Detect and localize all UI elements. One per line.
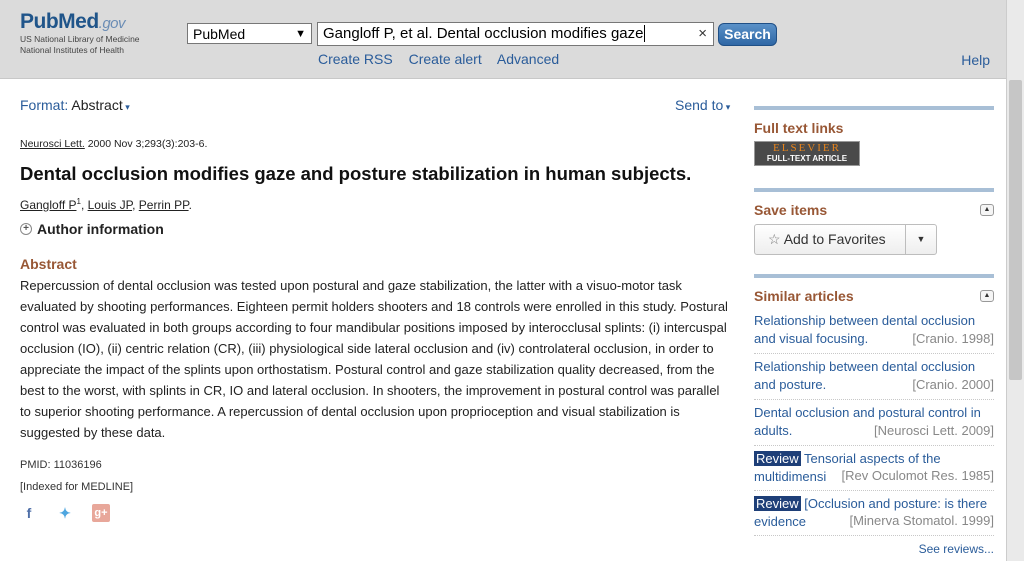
logo-line1: US National Library of Medicine — [20, 34, 140, 44]
database-select-value: PubMed — [193, 25, 246, 42]
abstract-text: Repercussion of dental occlusion was tes… — [20, 278, 728, 440]
similar-article-source: [Cranio. 2000] — [910, 376, 994, 394]
search-input-value: Gangloff P, et al. Dental occlusion modi… — [323, 25, 644, 42]
similar-articles-list: Relationship between dental occlusion an… — [754, 308, 994, 536]
abstract-heading: Abstract — [20, 256, 77, 272]
journal-link[interactable]: Neurosci Lett. — [20, 138, 85, 150]
sidebar: Full text links ELSEVIER FULL-TEXT ARTIC… — [754, 106, 994, 556]
elsevier-fulltext-text: FULL-TEXT ARTICLE — [766, 154, 848, 163]
similar-article-source: [Minerva Stomatol. 1999] — [847, 512, 994, 530]
similar-articles-heading: Similar articles ▲ — [754, 288, 994, 304]
twitter-icon[interactable]: ✦ — [56, 504, 74, 522]
send-to-menu[interactable]: Send to ▾ — [675, 97, 730, 113]
expand-icon: + — [20, 223, 32, 235]
review-badge: Review — [754, 496, 801, 511]
indexed-note: [Indexed for MEDLINE] — [20, 481, 134, 493]
full-text-heading-label: Full text links — [754, 120, 844, 136]
similar-article[interactable]: Review [Occlusion and posture: is there … — [754, 491, 994, 536]
format-menu[interactable]: Format: Abstract ▾ — [20, 97, 130, 113]
similar-article-source: [Rev Oculomot Res. 1985] — [839, 467, 994, 485]
pmid: PMID: 11036196 — [20, 459, 102, 471]
article-title: Dental occlusion modifies gaze and postu… — [20, 163, 692, 184]
collapse-icon[interactable]: ▲ — [980, 290, 994, 302]
similar-article[interactable]: Relationship between dental occlusion an… — [754, 354, 994, 400]
add-to-favorites-label: Add to Favorites — [783, 231, 886, 247]
search-button[interactable]: Search — [718, 23, 777, 46]
citation-details: 2000 Nov 3;293(3):203-6. — [84, 138, 208, 150]
similar-article[interactable]: Dental occlusion and postural control in… — [754, 400, 994, 446]
elsevier-fulltext-link[interactable]: ELSEVIER FULL-TEXT ARTICLE — [754, 141, 860, 166]
full-text-heading: Full text links — [754, 120, 994, 136]
help-link[interactable]: Help — [961, 52, 990, 68]
format-value: Abstract — [71, 97, 123, 113]
social-share: f ✦ g+ — [20, 504, 110, 522]
review-badge: Review — [754, 451, 801, 466]
caret-down-icon: ▾ — [122, 102, 130, 112]
advanced-link[interactable]: Advanced — [497, 51, 559, 67]
save-items-heading: Save items ▲ — [754, 202, 994, 218]
create-rss-link[interactable]: Create RSS — [318, 51, 393, 67]
similar-article[interactable]: Relationship between dental occlusion an… — [754, 308, 994, 354]
favorites-dropdown-icon[interactable]: ▼ — [906, 225, 936, 254]
similar-article-source: [Neurosci Lett. 2009] — [872, 422, 994, 440]
logo-brand: PubMed — [20, 10, 99, 33]
collapse-icon[interactable]: ▲ — [980, 204, 994, 216]
vertical-scrollbar[interactable] — [1006, 0, 1024, 561]
chevron-down-icon: ▼ — [295, 27, 306, 40]
pubmed-logo[interactable]: PubMed.gov US National Library of Medici… — [20, 10, 180, 56]
search-links: Create RSS Create alert Advanced — [318, 51, 571, 67]
author-link[interactable]: Gangloff P — [20, 198, 76, 212]
similar-article[interactable]: Review Tensorial aspects of the multidim… — [754, 446, 994, 491]
search-input[interactable]: Gangloff P, et al. Dental occlusion modi… — [317, 22, 714, 46]
google-plus-icon[interactable]: g+ — [92, 504, 110, 522]
add-to-favorites-button[interactable]: ☆ Add to Favorites ▼ — [754, 224, 937, 255]
divider — [754, 188, 994, 192]
divider — [754, 106, 994, 110]
logo-line2: National Institutes of Health — [20, 45, 124, 55]
save-items-label: Save items — [754, 202, 828, 218]
similar-article-source: [Cranio. 1998] — [910, 330, 994, 348]
citation: Neurosci Lett. 2000 Nov 3;293(3):203-6. — [20, 138, 207, 150]
send-to-label: Send to — [675, 97, 724, 113]
create-alert-link[interactable]: Create alert — [409, 51, 482, 67]
author-information-toggle[interactable]: + Author information — [20, 221, 164, 237]
author-list: Gangloff P1, Louis JP, Perrin PP. — [20, 197, 192, 212]
clear-icon[interactable]: × — [698, 25, 707, 42]
author-affiliation-sup: 1 — [76, 197, 81, 206]
divider — [754, 274, 994, 278]
similar-articles-label: Similar articles — [754, 288, 854, 304]
see-reviews-link[interactable]: See reviews... — [754, 542, 994, 556]
author-link[interactable]: Louis JP — [88, 198, 132, 212]
author-information-label: Author information — [37, 221, 164, 237]
logo-gov: .gov — [98, 15, 126, 32]
facebook-icon[interactable]: f — [20, 504, 38, 522]
format-label: Format: — [20, 97, 69, 113]
star-icon: ☆ — [768, 231, 781, 247]
author-link[interactable]: Perrin PP — [139, 198, 189, 212]
caret-down-icon: ▾ — [723, 102, 731, 112]
scrollbar-thumb[interactable] — [1009, 80, 1022, 380]
database-select[interactable]: PubMed ▼ — [187, 23, 312, 44]
header: PubMed.gov US National Library of Medici… — [0, 0, 1024, 79]
elsevier-logo-text: ELSEVIER — [773, 142, 841, 154]
